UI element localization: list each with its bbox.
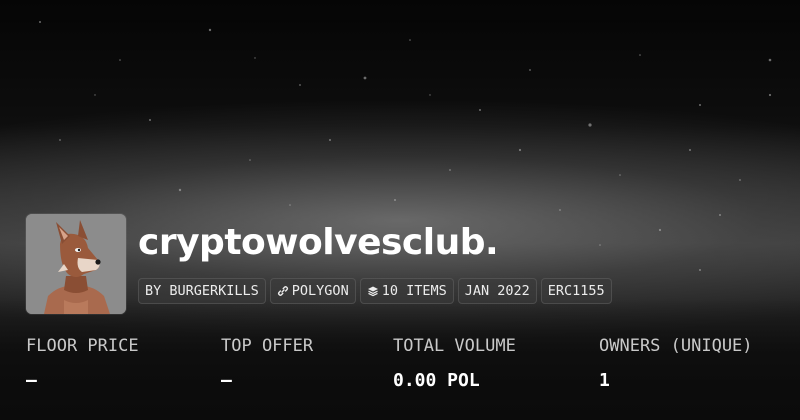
standard-chip: ERC1155	[540, 278, 612, 304]
owners-stat[interactable]: OWNERS (UNIQUE) 1	[599, 336, 753, 391]
collection-avatar[interactable]	[26, 214, 126, 314]
date-chip: JAN 2022	[457, 278, 537, 304]
chain-label: POLYGON	[291, 283, 349, 299]
creator-label: BY BURGERKILLS	[145, 283, 259, 299]
owners-value: 1	[599, 370, 610, 391]
creator-chip[interactable]: BY BURGERKILLS	[138, 278, 266, 304]
total-volume-value: 0.00 POL	[393, 370, 480, 391]
top-offer-value: —	[221, 370, 232, 391]
collection-meta-chips: BY BURGERKILLS POLYGON 10 ITEMS JAN 2022…	[138, 278, 612, 304]
chain-chip[interactable]: POLYGON	[269, 278, 356, 304]
items-chip[interactable]: 10 ITEMS	[359, 278, 454, 304]
standard-label: ERC1155	[547, 283, 605, 299]
total-volume-label: TOTAL VOLUME	[393, 336, 516, 356]
top-offer-label: TOP OFFER	[221, 336, 314, 356]
collection-title: cryptowolvesclub.	[138, 222, 499, 263]
floor-price-value: —	[26, 370, 37, 391]
collection-banner: cryptowolvesclub. BY BURGERKILLS POLYGON…	[0, 0, 800, 420]
total-volume-stat[interactable]: TOTAL VOLUME 0.00 POL	[393, 336, 516, 391]
floor-price-stat[interactable]: FLOOR PRICE —	[26, 336, 139, 391]
collection-stats: FLOOR PRICE — TOP OFFER — TOTAL VOLUME 0…	[0, 336, 800, 406]
link-icon	[277, 286, 288, 296]
floor-price-label: FLOOR PRICE	[26, 336, 139, 356]
top-offer-stat[interactable]: TOP OFFER —	[221, 336, 313, 391]
owners-label: OWNERS (UNIQUE)	[599, 336, 753, 356]
layers-icon	[367, 286, 378, 297]
items-label: 10 ITEMS	[381, 283, 447, 299]
date-label: JAN 2022	[464, 283, 530, 299]
wolf-avatar-image	[26, 214, 126, 314]
